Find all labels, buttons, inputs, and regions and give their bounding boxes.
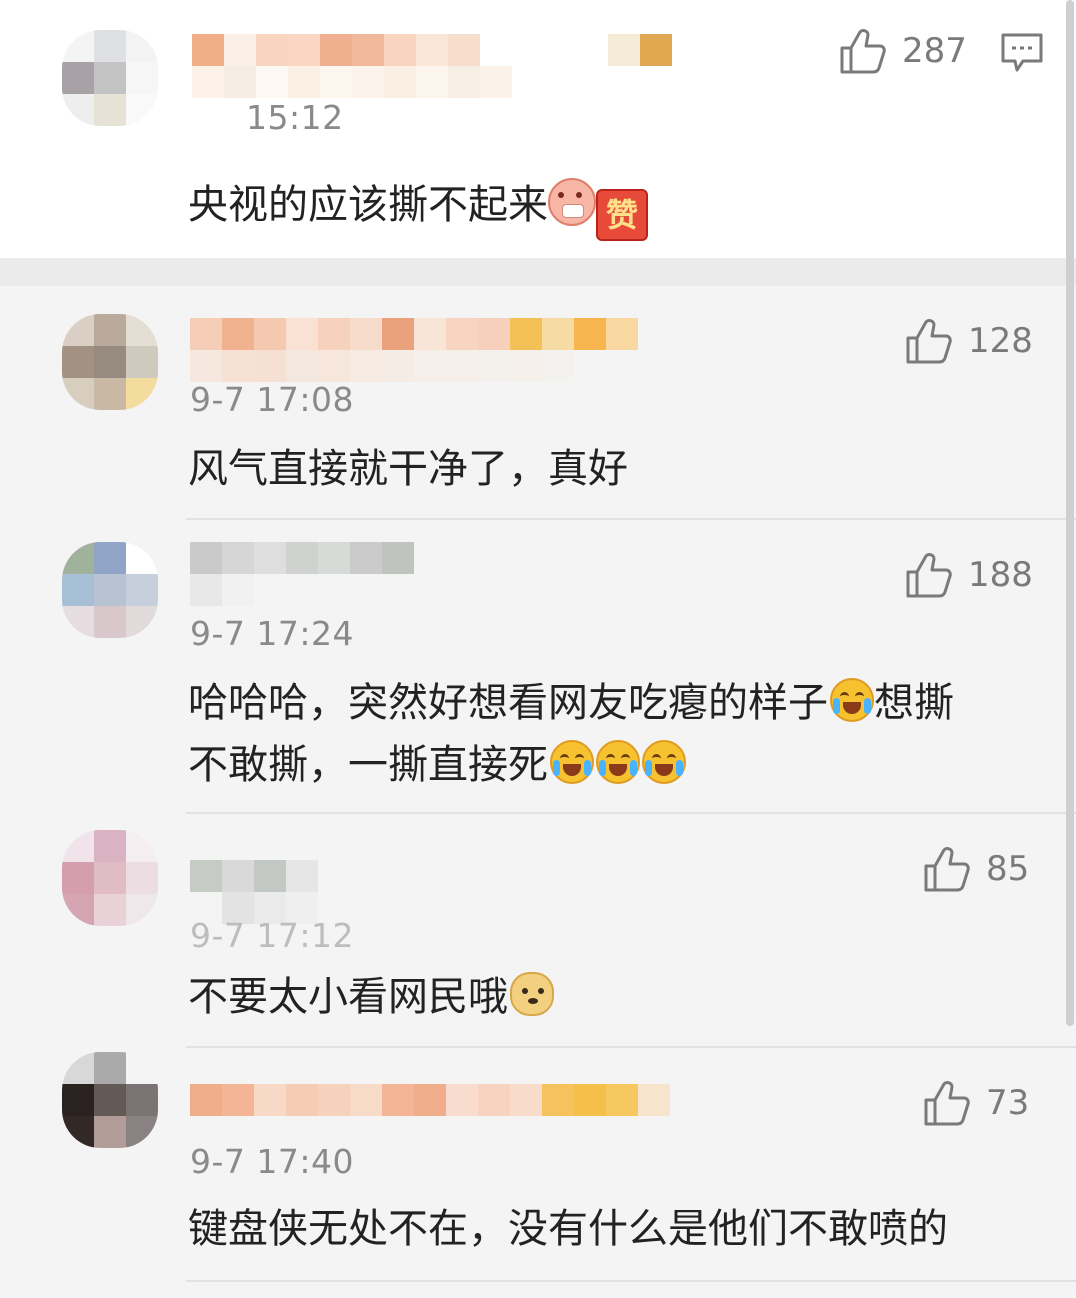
scrollbar[interactable] — [1066, 0, 1074, 1026]
avatar[interactable] — [62, 314, 158, 410]
comment-text-body: 央视的应该撕不起来 — [188, 182, 548, 228]
avatar[interactable] — [62, 1052, 158, 1148]
thumbs-up-icon — [924, 1081, 970, 1126]
username-blurred[interactable] — [190, 542, 414, 606]
username-blurred[interactable] — [192, 34, 672, 98]
dog-fan-emoji-icon — [548, 178, 596, 226]
thumbs-up-icon — [924, 847, 970, 892]
like-count: 128 — [968, 321, 1033, 361]
comment-text: 风气直接就干净了，真好 — [188, 446, 628, 492]
avatar[interactable] — [62, 542, 158, 638]
like-button[interactable]: 287 — [838, 28, 967, 74]
laugh-cry-emoji-icon — [830, 678, 874, 722]
comment-text-line1-tail: 想撕 — [874, 680, 954, 726]
username-blurred[interactable] — [190, 860, 318, 924]
like-button[interactable]: 128 — [904, 318, 1033, 364]
main-comment: 15:12 287 央视的应该撕不起来 赞 — [0, 0, 1076, 258]
like-button[interactable]: 188 — [904, 552, 1033, 598]
zan-emoji-icon: 赞 — [596, 189, 648, 241]
divider — [186, 518, 1076, 520]
like-count: 188 — [968, 555, 1033, 595]
comment-text: 不要太小看网民哦 — [188, 966, 554, 1028]
like-count: 287 — [902, 31, 967, 71]
comment-text: 哈哈哈，突然好想看网友吃瘪的样子 想撕 不敢撕，一撕直接死 — [188, 672, 954, 796]
comment-text-line2: 不敢撕，一撕直接死 — [188, 742, 548, 788]
thumbs-up-icon — [840, 29, 886, 74]
section-divider — [0, 258, 1076, 286]
comment-time: 9-7 17:24 — [190, 614, 354, 653]
comment-text: 键盘侠无处不在，没有什么是他们不敢喷的 — [188, 1206, 948, 1252]
comment-time: 9-7 17:08 — [190, 380, 354, 419]
divider — [186, 1046, 1076, 1048]
thumbs-up-icon — [906, 319, 952, 364]
laugh-cry-emoji-icon — [550, 740, 594, 784]
comment-time: 9-7 17:12 — [190, 916, 354, 955]
reply-button[interactable] — [1000, 32, 1044, 78]
comment-text-line1: 哈哈哈，突然好想看网友吃瘪的样子 — [188, 680, 828, 726]
avatar[interactable] — [62, 30, 158, 126]
comment-text-body: 不要太小看网民哦 — [188, 974, 508, 1020]
username-blurred[interactable] — [190, 318, 638, 382]
comment-text: 央视的应该撕不起来 赞 — [188, 174, 648, 241]
username-blurred[interactable] — [190, 1084, 670, 1116]
comment-time: 9-7 17:40 — [190, 1142, 354, 1181]
avatar[interactable] — [62, 830, 158, 926]
thumbs-up-icon — [906, 553, 952, 598]
laugh-cry-emoji-icon — [596, 740, 640, 784]
comment-icon — [1001, 33, 1043, 72]
doge-emoji-icon — [510, 972, 554, 1016]
divider — [186, 812, 1076, 814]
divider — [186, 1280, 1076, 1282]
laugh-cry-emoji-icon — [642, 740, 686, 784]
like-count: 73 — [986, 1083, 1030, 1123]
like-button[interactable]: 73 — [922, 1080, 1029, 1126]
like-count: 85 — [986, 849, 1030, 889]
like-button[interactable]: 85 — [922, 846, 1029, 892]
comment-time: 15:12 — [246, 98, 344, 137]
